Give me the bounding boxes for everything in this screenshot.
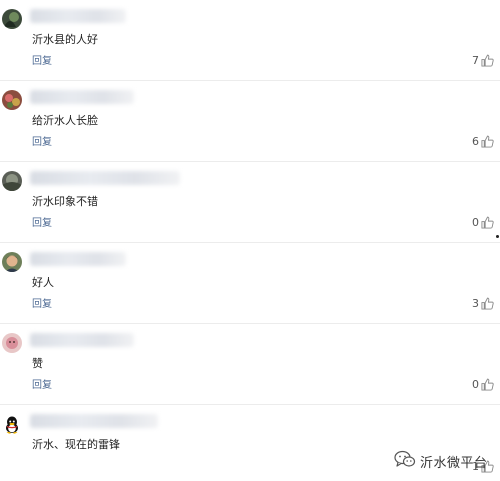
like-button[interactable]: 0	[472, 216, 494, 229]
reply-link[interactable]: 回复	[32, 217, 52, 230]
username-blurred[interactable]	[30, 414, 158, 428]
comment-item: 好人 回复 3	[0, 243, 500, 324]
scroll-indicator-dot	[496, 235, 499, 238]
like-count: 0	[472, 378, 479, 391]
thumbs-up-icon	[481, 378, 494, 391]
username-blurred[interactable]	[30, 252, 126, 266]
wechat-icon	[394, 450, 416, 472]
like-count: 6	[472, 135, 479, 148]
comment-text: 赞	[32, 357, 43, 370]
comment-text: 沂水、现在的雷锋	[32, 438, 120, 451]
reply-link[interactable]: 回复	[32, 298, 52, 311]
thumbs-up-icon	[481, 297, 494, 310]
avatar[interactable]	[2, 252, 22, 272]
avatar[interactable]	[2, 414, 22, 434]
comment-item: 沂水县的人好 回复 7	[0, 0, 500, 81]
thumbs-up-icon	[481, 135, 494, 148]
comment-item: 赞 回复 0	[0, 324, 500, 405]
comment-text: 沂水印象不错	[32, 195, 98, 208]
comment-text: 好人	[32, 276, 54, 289]
comment-text: 沂水县的人好	[32, 33, 98, 46]
avatar[interactable]	[2, 333, 22, 353]
thumbs-up-icon	[481, 54, 494, 67]
like-count: 3	[472, 297, 479, 310]
comment-text: 给沂水人长脸	[32, 114, 98, 127]
username-blurred[interactable]	[30, 171, 180, 185]
like-count: 0	[472, 216, 479, 229]
watermark-text: 沂水微平台	[420, 455, 488, 471]
comment-item: 给沂水人长脸 回复 6	[0, 81, 500, 162]
username-blurred[interactable]	[30, 90, 134, 104]
wechat-watermark: 沂水微平台	[394, 450, 488, 472]
comment-list-page: 沂水县的人好 回复 7 给沂水人长脸 回复 6 沂水印象不错 回复 0 好人 回…	[0, 0, 500, 481]
comment-item: 沂水印象不错 回复 0	[0, 162, 500, 243]
like-count: 7	[472, 54, 479, 67]
thumbs-up-icon	[481, 216, 494, 229]
reply-link[interactable]: 回复	[32, 379, 52, 392]
avatar[interactable]	[2, 9, 22, 29]
reply-link[interactable]: 回复	[32, 136, 52, 149]
username-blurred[interactable]	[30, 333, 134, 347]
avatar[interactable]	[2, 171, 22, 191]
avatar[interactable]	[2, 90, 22, 110]
reply-link[interactable]: 回复	[32, 55, 52, 68]
username-blurred[interactable]	[30, 9, 126, 23]
like-button[interactable]: 6	[472, 135, 494, 148]
like-button[interactable]: 7	[472, 54, 494, 67]
like-button[interactable]: 3	[472, 297, 494, 310]
like-button[interactable]: 0	[472, 378, 494, 391]
